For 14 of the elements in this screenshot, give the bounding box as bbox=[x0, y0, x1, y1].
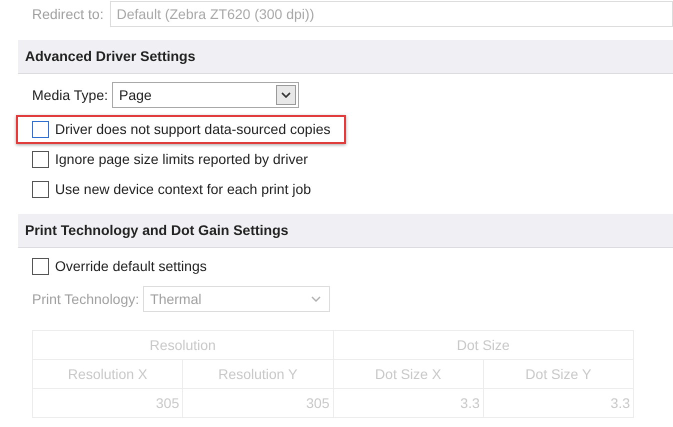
field-label: Redirect to: bbox=[32, 4, 104, 24]
checkbox[interactable] bbox=[32, 258, 49, 275]
section-header: Advanced Driver Settings bbox=[18, 40, 673, 74]
checkbox[interactable] bbox=[32, 180, 49, 198]
checkbox-option[interactable]: Use new device context for each print job bbox=[16, 174, 328, 204]
checkbox[interactable] bbox=[32, 120, 49, 138]
dropdown[interactable]: Page bbox=[112, 82, 300, 108]
checkbox-option[interactable]: Driver does not support data-sourced copies bbox=[16, 114, 346, 144]
checkbox-option[interactable]: Override default settings bbox=[32, 256, 207, 277]
checkbox-option[interactable]: Ignore page size limits reported by driver bbox=[16, 144, 324, 174]
field-label: Media Type: bbox=[32, 86, 108, 105]
checkbox[interactable] bbox=[32, 150, 49, 168]
section-header: Print Technology and Dot Gain Settings bbox=[18, 214, 673, 248]
field-label: Print Technology: bbox=[32, 290, 140, 309]
